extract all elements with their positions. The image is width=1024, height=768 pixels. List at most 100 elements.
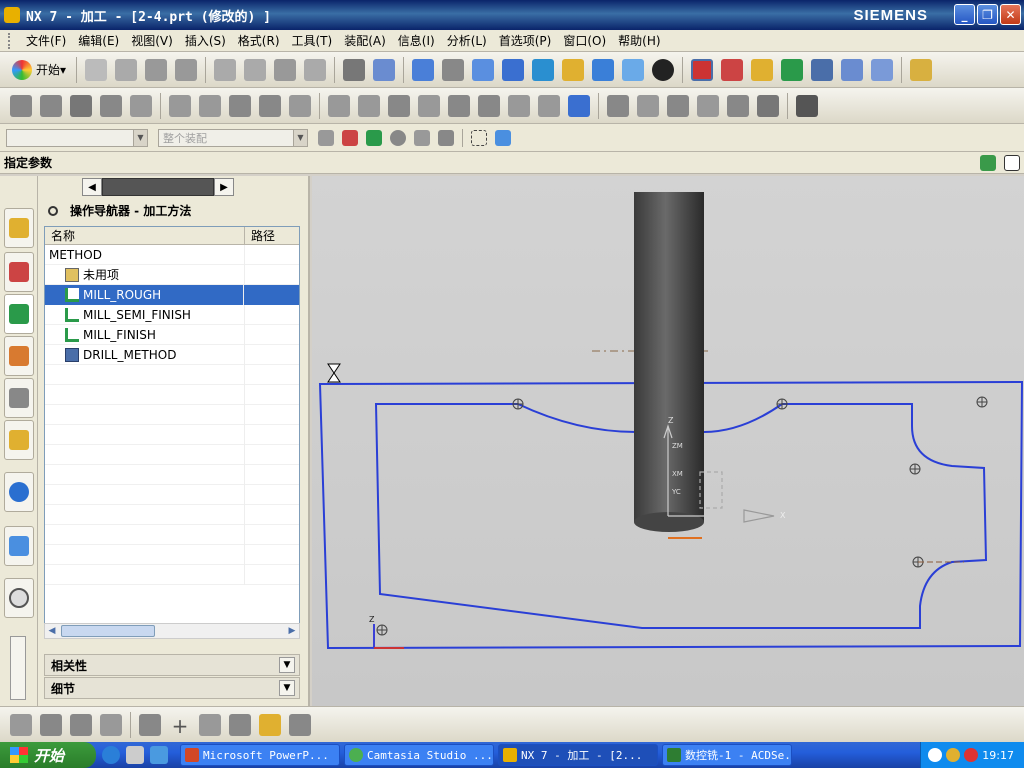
chevron-down-icon[interactable]: ▼ xyxy=(279,657,295,673)
color-icon[interactable] xyxy=(259,713,281,736)
shop-docs-icon[interactable] xyxy=(871,58,894,81)
ie-icon[interactable] xyxy=(102,746,120,764)
menu-view[interactable]: 视图(V) xyxy=(125,30,179,52)
zoom-in-out-icon[interactable] xyxy=(502,58,525,81)
history-tab[interactable] xyxy=(4,578,34,618)
dependencies-section[interactable]: 相关性 ▼ xyxy=(44,654,300,676)
generate-toolpath-icon[interactable] xyxy=(751,58,774,81)
feedrate-icon[interactable] xyxy=(508,94,530,117)
rotate-icon[interactable] xyxy=(532,58,555,81)
maximize-button[interactable]: ❐ xyxy=(977,4,998,25)
replay-toolpath-icon[interactable] xyxy=(781,58,804,81)
object-transform-icon[interactable] xyxy=(448,94,470,117)
web-browser-tab[interactable] xyxy=(4,526,34,566)
assembly-scope-dropdown[interactable]: 整个装配 ▼ xyxy=(158,128,308,147)
menu-analysis[interactable]: 分析(L) xyxy=(441,30,493,52)
shaded-icon[interactable] xyxy=(592,58,615,81)
task-powerpoint[interactable]: Microsoft PowerP... xyxy=(180,744,340,766)
tray-app-icon[interactable] xyxy=(946,748,961,762)
details-section[interactable]: 细节 ▼ xyxy=(44,677,300,699)
chevron-down-icon[interactable]: ▼ xyxy=(279,680,295,696)
type-filter-dropdown[interactable]: ▼ xyxy=(6,128,148,147)
scroll-thumb[interactable] xyxy=(61,625,155,637)
menu-help[interactable]: 帮助(H) xyxy=(612,30,666,52)
task-nx[interactable]: NX 7 - 加工 - [2... xyxy=(498,744,658,766)
task-camtasia[interactable]: Camtasia Studio ... xyxy=(344,744,494,766)
info-tab[interactable] xyxy=(4,472,34,512)
menu-edit[interactable]: 编辑(E) xyxy=(72,30,125,52)
wcs-dynamics-icon[interactable] xyxy=(721,58,744,81)
operation-navigator-tab[interactable] xyxy=(4,294,34,334)
panel-scroll-track[interactable] xyxy=(102,178,214,196)
fit-icon[interactable] xyxy=(412,58,435,81)
zoom-window-icon[interactable] xyxy=(442,58,465,81)
full-screen-icon[interactable] xyxy=(1004,155,1020,171)
create-tool-icon[interactable] xyxy=(40,94,62,117)
wcs-icon[interactable] xyxy=(691,58,714,81)
menu-format[interactable]: 格式(R) xyxy=(232,30,286,52)
cut-object-icon[interactable] xyxy=(328,94,350,117)
cut-icon[interactable] xyxy=(214,58,237,81)
tree-row-mill-rough[interactable]: MILL_ROUGH xyxy=(45,284,299,305)
select-feature-icon[interactable] xyxy=(366,129,382,146)
assembly-navigator-tab[interactable] xyxy=(4,208,34,248)
menu-preferences[interactable]: 首选项(P) xyxy=(493,30,558,52)
paste-object-icon[interactable] xyxy=(388,94,410,117)
delete-icon[interactable] xyxy=(304,58,327,81)
report-icon[interactable] xyxy=(568,94,590,117)
copy-icon[interactable] xyxy=(244,58,267,81)
path-display-icon[interactable] xyxy=(538,94,560,117)
tool-1-icon[interactable] xyxy=(607,94,629,117)
os-start-button[interactable]: 开始 xyxy=(0,742,96,768)
tool-4-icon[interactable] xyxy=(697,94,719,117)
select-body-icon[interactable] xyxy=(390,129,406,146)
orient-view-icon[interactable] xyxy=(622,58,645,81)
paste-icon[interactable] xyxy=(274,58,297,81)
open-icon[interactable] xyxy=(115,58,138,81)
filter-settings-icon[interactable] xyxy=(318,129,334,146)
machining-method-view-icon[interactable] xyxy=(259,94,281,117)
create-program-icon[interactable] xyxy=(10,713,32,736)
tree-row-unused[interactable]: 未用项 xyxy=(45,264,299,285)
layer-icon[interactable] xyxy=(289,713,311,736)
select-component-icon[interactable] xyxy=(495,129,511,146)
point-icon[interactable]: + xyxy=(169,714,191,738)
minimize-button[interactable]: _ xyxy=(954,4,975,25)
create-method-icon[interactable] xyxy=(100,713,122,736)
menu-insert[interactable]: 插入(S) xyxy=(179,30,232,52)
tree-row-method[interactable]: METHOD xyxy=(45,244,299,265)
create-geometry-icon[interactable] xyxy=(70,713,92,736)
chevron-left-icon[interactable]: ◀ xyxy=(82,178,102,196)
tool-6-icon[interactable] xyxy=(757,94,779,117)
close-button[interactable]: ✕ xyxy=(1000,4,1021,25)
postprocess-icon[interactable] xyxy=(841,58,864,81)
constraint-navigator-tab[interactable] xyxy=(4,252,34,292)
close-toolbar-icon[interactable] xyxy=(796,94,818,117)
create-operation-icon[interactable] xyxy=(130,94,152,117)
create-geometry-icon[interactable] xyxy=(70,94,92,117)
tree-row-mill-finish[interactable]: MILL_FINISH xyxy=(45,324,299,345)
task-acdsee[interactable]: 数控铣-1 - ACDSe... xyxy=(662,744,792,766)
machine-tool-navigator-tab[interactable] xyxy=(4,336,34,376)
display-mode-icon[interactable] xyxy=(652,58,675,81)
pan-icon[interactable] xyxy=(562,58,585,81)
tool-2-icon[interactable] xyxy=(637,94,659,117)
snap-point-icon[interactable] xyxy=(342,129,358,146)
object-display-icon[interactable] xyxy=(478,94,500,117)
reuse-library-tab[interactable] xyxy=(4,378,34,418)
column-path[interactable]: 路径 xyxy=(245,227,275,244)
program-order-view-icon[interactable] xyxy=(169,94,191,117)
copy-object-icon[interactable] xyxy=(358,94,380,117)
geometry-view-icon[interactable] xyxy=(229,94,251,117)
select-edge-icon[interactable] xyxy=(438,129,454,146)
menu-information[interactable]: 信息(I) xyxy=(392,30,441,52)
verify-toolpath-icon[interactable] xyxy=(811,58,834,81)
tray-record-icon[interactable] xyxy=(964,748,979,762)
tray-arrow-icon[interactable] xyxy=(928,748,943,762)
part-navigator-icon[interactable] xyxy=(980,155,996,171)
edit-object-icon[interactable] xyxy=(289,94,311,117)
chevron-left-icon[interactable]: ◀ xyxy=(45,624,59,638)
column-name[interactable]: 名称 xyxy=(45,227,245,244)
tool-5-icon[interactable] xyxy=(727,94,749,117)
create-method-icon[interactable] xyxy=(100,94,122,117)
